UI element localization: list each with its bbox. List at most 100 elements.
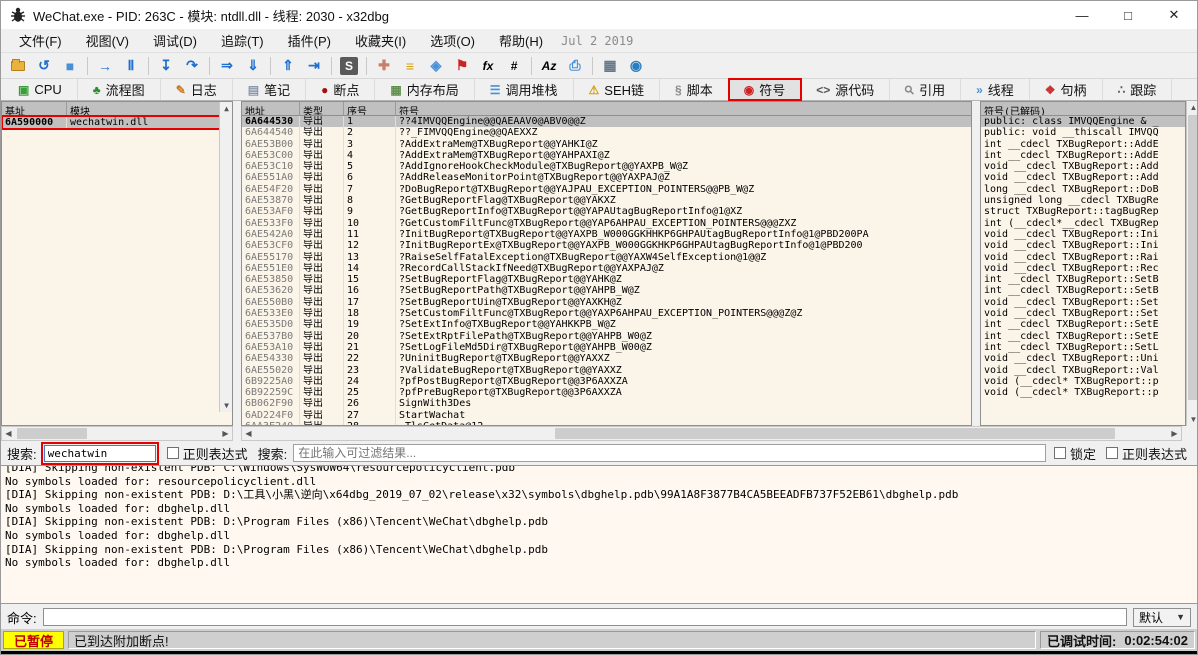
run-to-selection-icon[interactable]: ⇒ — [215, 55, 239, 77]
symbol-row[interactable]: 6AE53CF0导出12?InitBugReportEx@TXBugReport… — [242, 240, 971, 251]
decoded-row[interactable]: int __cdecl TXBugReport::AddE — [981, 150, 1185, 161]
symbol-row[interactable]: 6AE53A10导出21?SetLogFileMd5Dir@TXBugRepor… — [242, 342, 971, 353]
decoded-row[interactable]: int (__cdecl*__cdecl TXBugRep — [981, 218, 1185, 229]
step-over-icon[interactable]: ↷ — [180, 55, 204, 77]
scroll-thumb[interactable] — [555, 428, 1115, 439]
tab-seh[interactable]: ⚠SEH链 — [574, 79, 661, 100]
scroll-right-arrow[interactable]: ▶ — [1168, 427, 1181, 440]
decoded-row[interactable]: long __cdecl TXBugReport::DoB — [981, 184, 1185, 195]
close-button[interactable]: ✕ — [1151, 1, 1197, 29]
decoded-row[interactable]: void __cdecl TXBugReport::Ini — [981, 229, 1185, 240]
run-to-user-code-icon[interactable]: ⇥ — [302, 55, 326, 77]
menu-item-plugins[interactable]: 插件(P) — [276, 29, 343, 52]
symbol-row[interactable]: 6AE55020导出23?ValidateBugReport@TXBugRepo… — [242, 365, 971, 376]
decoded-row[interactable]: void __cdecl TXBugReport::Add — [981, 172, 1185, 183]
case-icon[interactable]: Az — [537, 55, 561, 77]
comment-icon[interactable]: ≡ — [398, 55, 422, 77]
step-into-icon[interactable]: ↧ — [154, 55, 178, 77]
symbol-row[interactable]: 6AE533F0导出10?GetCustomFiltFunc@TXBugRepo… — [242, 218, 971, 229]
run-icon[interactable]: → — [93, 55, 117, 77]
symbol-row[interactable]: 6B92259C导出25?pfPreBugReport@TXBugReport@… — [242, 387, 971, 398]
menu-item-favourites[interactable]: 收藏夹(I) — [343, 29, 418, 52]
symbol-row[interactable]: 6AE54F20导出7?DoBugReport@TXBugReport@@YAJ… — [242, 184, 971, 195]
minimize-button[interactable]: — — [1059, 1, 1105, 29]
filter-input[interactable] — [293, 444, 1046, 462]
symbol-row[interactable]: 6AE551E0导出14?RecordCallStackIfNeed@TXBug… — [242, 263, 971, 274]
tab-script[interactable]: §脚本 — [660, 79, 729, 100]
symbol-row[interactable]: 6AE53870导出8?GetBugReportFlag@TXBugReport… — [242, 195, 971, 206]
tab-trace[interactable]: ∴跟踪 — [1103, 79, 1173, 100]
decoded-row[interactable]: void (__cdecl* TXBugReport::p — [981, 376, 1185, 387]
menu-item-view[interactable]: 视图(V) — [74, 29, 141, 52]
symbol-row[interactable]: 6AE53AF0导出9?GetBugReportInfo@TXBugReport… — [242, 206, 971, 217]
symbol-row[interactable]: 6A644540导出2??_FIMVQQEngine@@QAEXXZ — [242, 127, 971, 138]
hash-icon[interactable]: # — [502, 55, 526, 77]
scroll-thumb[interactable] — [17, 428, 87, 439]
menu-item-options[interactable]: 选项(O) — [418, 29, 487, 52]
open-file-icon[interactable] — [6, 55, 30, 77]
symbol-row[interactable]: 6AE542A0导出11?InitBugReport@TXBugReport@@… — [242, 229, 971, 240]
decoded-row[interactable]: unsigned long __cdecl TXBugRe — [981, 195, 1185, 206]
menu-item-help[interactable]: 帮助(H) — [487, 29, 555, 52]
menu-item-file[interactable]: 文件(F) — [7, 29, 74, 52]
tab-symbols[interactable]: ◉符号 — [729, 79, 802, 100]
decoded-row[interactable]: public: class IMVQQEngine & _ — [981, 116, 1185, 127]
decoded-row[interactable]: void __cdecl TXBugReport::Uni — [981, 353, 1185, 364]
decoded-row[interactable]: int __cdecl TXBugReport::SetE — [981, 331, 1185, 342]
decoded-row[interactable]: int __cdecl TXBugReport::SetB — [981, 274, 1185, 285]
lock-checkbox[interactable] — [1054, 447, 1066, 459]
tab-callstack[interactable]: ☰调用堆栈 — [475, 79, 574, 100]
scroll-right-arrow[interactable]: ▶ — [219, 427, 232, 440]
decoded-row[interactable]: void __cdecl TXBugReport::Rec — [981, 263, 1185, 274]
modules-icon[interactable]: ⎙ — [563, 55, 587, 77]
decoded-row[interactable]: void __cdecl TXBugReport::Rai — [981, 252, 1185, 263]
calculator-icon[interactable]: ▦ — [598, 55, 622, 77]
tab-references[interactable]: ⚲引用 — [890, 79, 961, 100]
tab-handles[interactable]: ❖句柄 — [1030, 79, 1103, 100]
decoded-row[interactable]: public: void __thiscall IMVQQ — [981, 127, 1185, 138]
maximize-button[interactable]: □ — [1105, 1, 1151, 29]
tab-source[interactable]: <>源代码 — [801, 79, 890, 100]
symbol-row[interactable]: 6B9225A0导出24?pfPostBugReport@TXBugReport… — [242, 376, 971, 387]
menu-item-trace[interactable]: 追踪(T) — [209, 29, 276, 52]
command-input[interactable] — [43, 608, 1127, 626]
module-row[interactable]: 6A590000wechatwin.dll — [2, 116, 220, 129]
symbol-row[interactable]: 6B062F90导出26SignWith3Des — [242, 398, 971, 409]
restart-icon[interactable]: ↺ — [32, 55, 56, 77]
symbol-row[interactable]: 6AE533E0导出18?SetCustomFiltFunc@TXBugRepo… — [242, 308, 971, 319]
decoded-row[interactable]: struct TXBugReport::tagBugRep — [981, 206, 1185, 217]
tab-graph[interactable]: ♣流程图 — [78, 79, 161, 100]
tab-notes[interactable]: ▤笔记 — [233, 79, 306, 100]
decoded-row[interactable]: void (__cdecl* TXBugReport::p — [981, 387, 1185, 398]
tab-memorymap[interactable]: ▦内存布局 — [375, 79, 474, 100]
regex2-checkbox[interactable] — [1106, 447, 1118, 459]
patch-icon[interactable]: ✚ — [372, 55, 396, 77]
scroll-up-arrow[interactable]: ▲ — [220, 102, 233, 115]
regex-checkbox[interactable] — [167, 447, 179, 459]
tab-threads[interactable]: »线程 — [961, 79, 1030, 100]
tab-breakpoints[interactable]: ●断点 — [306, 79, 375, 100]
scroll-up-arrow[interactable]: ▲ — [1187, 101, 1198, 114]
scroll-down-arrow[interactable]: ▼ — [220, 399, 233, 412]
label-icon[interactable]: ◈ — [424, 55, 448, 77]
stop-icon[interactable]: ■ — [58, 55, 82, 77]
pause-icon[interactable]: Ⅱ — [119, 55, 143, 77]
module-search-input[interactable] — [44, 445, 156, 462]
symbol-row[interactable]: 6AE53B00导出3?AddExtraMem@TXBugReport@@YAH… — [242, 139, 971, 150]
log-output[interactable]: [DIA] Skipping non-existent PDB: C:\Wind… — [1, 465, 1198, 604]
scroll-down-arrow[interactable]: ▼ — [1187, 413, 1198, 426]
symbol-row[interactable]: 6AE55170导出13?RaiseSelfFatalException@TXB… — [242, 252, 971, 263]
tab-cpu[interactable]: ▣CPU — [3, 79, 78, 100]
symbol-row[interactable]: 6AE54330导出22?UninitBugReport@TXBugReport… — [242, 353, 971, 364]
settings-globe-icon[interactable]: ◉ — [624, 55, 648, 77]
symbol-row[interactable]: 6AE535D0导出19?SetExtInfo@TXBugReport@@YAH… — [242, 319, 971, 330]
menu-item-debug[interactable]: 调试(D) — [141, 29, 209, 52]
decoded-row[interactable]: void __cdecl TXBugReport::Val — [981, 365, 1185, 376]
symbol-row[interactable]: 6AE53850导出15?SetBugReportFlag@TXBugRepor… — [242, 274, 971, 285]
symbol-row[interactable]: 6AE53C00导出4?AddExtraMem@TXBugReport@@YAH… — [242, 150, 971, 161]
symbol-row[interactable]: 6AE537B0导出20?SetExtRptFilePath@TXBugRepo… — [242, 331, 971, 342]
symbol-row[interactable]: 6AD224F0导出27StartWachat — [242, 410, 971, 421]
tab-log[interactable]: ✎日志 — [161, 79, 233, 100]
symbol-row[interactable]: 6AE551A0导出6?AddReleaseMonitorPoint@TXBug… — [242, 172, 971, 183]
decoded-row[interactable]: int __cdecl TXBugReport::SetL — [981, 342, 1185, 353]
